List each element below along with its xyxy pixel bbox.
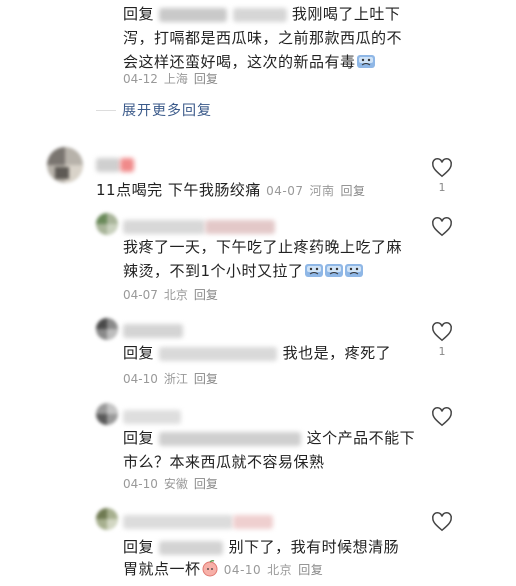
reply-location: 北京 xyxy=(267,563,293,577)
reply-location: 安徽 xyxy=(163,477,188,491)
username-blurred[interactable] xyxy=(96,154,134,173)
expand-more-replies[interactable]: 展开更多回复 xyxy=(96,100,212,120)
sick-face-emoji-icon xyxy=(356,55,375,68)
reply-text: 回复 我刚喝了上吐下 xyxy=(123,2,400,27)
reply-button[interactable]: 回复 xyxy=(194,372,218,386)
reply-text-line1: 我疼了一天，下午吃了止疼药晚上吃了麻 xyxy=(123,238,403,256)
reply-button[interactable]: 回复 xyxy=(194,477,218,491)
reply-text-line1: 我刚喝了上吐下 xyxy=(291,5,401,23)
reply-text: 我也是，疼死了 xyxy=(282,344,392,362)
heart-outline-icon[interactable] xyxy=(431,406,453,428)
like-count: 1 xyxy=(438,345,446,358)
blurred-username xyxy=(123,514,233,529)
blurred-username xyxy=(123,219,205,234)
heart-outline-icon[interactable] xyxy=(431,157,453,179)
reply-text-line2-wrap: 辣烫，不到1个小时又拉了 xyxy=(123,259,364,284)
reply-meta: 04-10 北京 回复 xyxy=(224,563,329,577)
heart-outline-icon[interactable] xyxy=(431,216,453,238)
reply-meta: 04-12 上海 回复 xyxy=(123,70,224,87)
reply-meta: 04-07 北京 回复 xyxy=(123,286,224,303)
reply-location: 北京 xyxy=(163,288,188,302)
peach-emoji-icon xyxy=(202,559,218,577)
reply-meta: 04-10 浙江 回复 xyxy=(123,370,224,387)
username-blurred[interactable] xyxy=(123,406,181,425)
reply-meta: 04-10 安徽 回复 xyxy=(123,475,224,492)
heart-outline-icon[interactable] xyxy=(431,511,453,533)
reply-button[interactable]: 回复 xyxy=(194,72,218,86)
reply-row: 回复 这个产品不能下 xyxy=(123,426,415,451)
blurred-username xyxy=(233,514,273,529)
username-blurred[interactable] xyxy=(123,216,275,235)
comment-location: 河南 xyxy=(309,184,335,198)
reply-location: 浙江 xyxy=(163,372,188,386)
reply-text-line1: 这个产品不能下 xyxy=(306,429,416,447)
blurred-username xyxy=(120,157,134,172)
reply-date: 04-10 xyxy=(123,477,158,491)
sick-face-emoji-icon xyxy=(324,264,343,277)
blurred-username xyxy=(123,323,183,338)
reply-text-line3: 会这样还蛮好喝，这次的新品有毒 xyxy=(123,53,356,71)
reply-text-line1: 别下了，我有时候想清肠 xyxy=(228,538,400,556)
reply-button[interactable]: 回复 xyxy=(194,288,218,302)
reply-text-line2: 胃就点一杯 xyxy=(123,560,201,578)
reply-location: 上海 xyxy=(163,72,188,86)
blurred-username xyxy=(96,157,120,172)
sick-face-emoji-icon xyxy=(304,264,323,277)
comment-row: 11点喝完 下午我肠绞痛 04-07 河南 回复 xyxy=(96,178,372,204)
reply-button[interactable]: 回复 xyxy=(341,184,366,198)
divider-line xyxy=(96,110,116,111)
reply-prefix: 回复 xyxy=(123,429,155,447)
avatar[interactable] xyxy=(47,147,83,183)
avatar[interactable] xyxy=(96,403,118,425)
reply-prefix: 回复 xyxy=(123,538,155,556)
like-count: 1 xyxy=(438,181,446,194)
avatar[interactable] xyxy=(96,508,118,530)
reply-date: 04-10 xyxy=(223,563,262,577)
reply-text-line2: 市么？本来西瓜就不容易保熟 xyxy=(123,453,325,471)
avatar[interactable] xyxy=(96,318,118,340)
avatar[interactable] xyxy=(96,213,118,235)
sick-face-emoji-icon xyxy=(344,264,363,277)
comment-text: 11点喝完 下午我肠绞痛 xyxy=(96,181,261,199)
reply-prefix: 回复 xyxy=(123,344,155,362)
reply-text-line2: 辣烫，不到1个小时又拉了 xyxy=(123,262,304,280)
blurred-username xyxy=(159,431,302,446)
username-blurred[interactable] xyxy=(123,320,183,339)
comment-date: 04-07 xyxy=(266,184,304,198)
reply-date: 04-10 xyxy=(123,372,158,386)
blurred-username xyxy=(205,219,275,234)
heart-outline-icon[interactable] xyxy=(431,321,453,343)
reply-text-line2: 泻，打嗝都是西瓜味，之前那款西瓜的不 xyxy=(123,29,403,47)
reply-row: 回复 我也是，疼死了 xyxy=(123,341,391,366)
reply-row-2: 胃就点一杯 04-10 北京 回复 xyxy=(123,557,329,583)
blurred-username xyxy=(232,7,287,22)
blurred-username xyxy=(123,409,181,424)
reply-prefix: 回复 xyxy=(123,5,155,23)
comment-meta: 04-07 河南 回复 xyxy=(266,184,371,198)
blurred-username xyxy=(159,540,224,555)
reply-button[interactable]: 回复 xyxy=(298,563,323,577)
username-blurred[interactable] xyxy=(123,511,273,530)
blurred-username xyxy=(159,346,278,361)
blurred-username xyxy=(159,7,228,22)
expand-more-label: 展开更多回复 xyxy=(122,103,212,119)
reply-date: 04-07 xyxy=(123,288,158,302)
reply-date: 04-12 xyxy=(123,72,158,86)
